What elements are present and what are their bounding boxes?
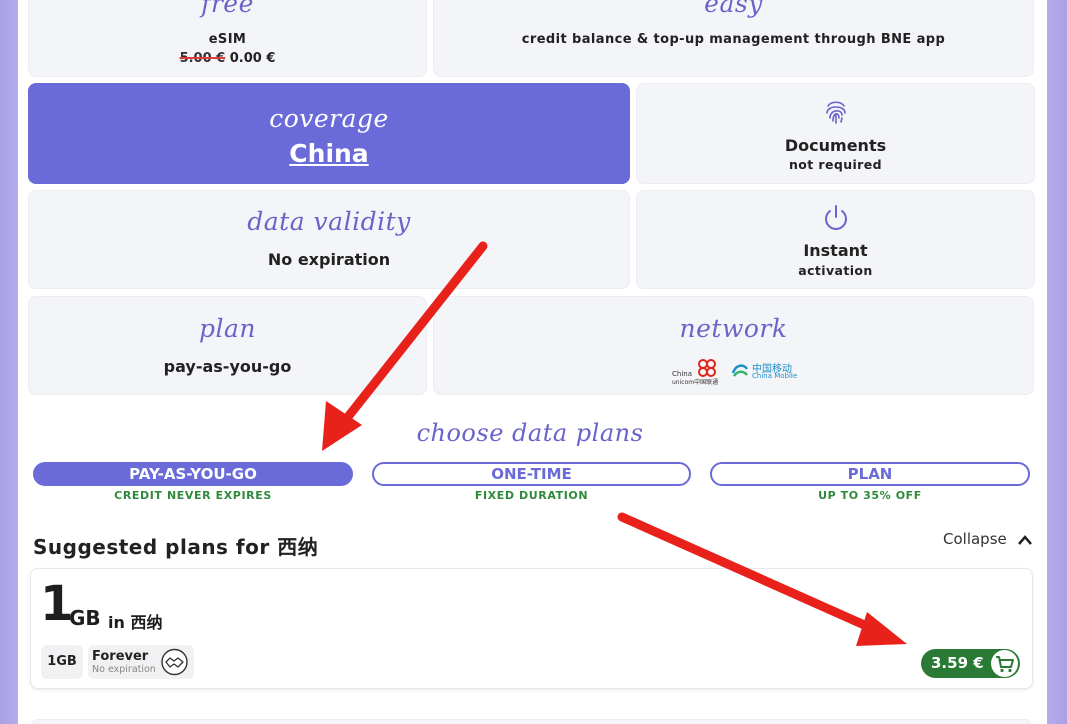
coverage-script-title: coverage [269, 104, 389, 133]
tab-plan[interactable]: PLAN [710, 462, 1030, 486]
esim-label: eSIM [208, 32, 247, 47]
esim-new-price: 0.00 € [229, 51, 276, 66]
tab-pay-as-you-go-sub: CREDIT NEVER EXPIRES [114, 489, 272, 502]
choose-plans-title: choose data plans [416, 419, 644, 447]
plan-offer-card[interactable]: 1 GB in 西纳 1GB Forever No expiration 3.5… [30, 568, 1033, 689]
validity-value: No expiration [267, 250, 391, 269]
plan-duration-box: Forever No expiration [88, 645, 194, 679]
cart-icon [991, 650, 1018, 677]
validity-card: data validity No expiration [28, 190, 630, 289]
esim-script-title: free [201, 0, 254, 18]
handshake-icon [160, 648, 189, 676]
chevron-up-icon [1017, 532, 1033, 546]
activation-card: Instant activation [636, 190, 1035, 289]
network-script-title: network [679, 314, 788, 343]
activation-title: Instant [803, 241, 868, 260]
fingerprint-icon [821, 96, 851, 126]
collapse-button[interactable]: Collapse [940, 529, 1035, 551]
price-label: 3.59 € [931, 654, 984, 672]
plan-in-label: in 西纳 [108, 613, 163, 632]
suggested-heading: Suggested plans for 西纳 [33, 535, 319, 559]
easy-label: credit balance & top-up management throu… [521, 32, 946, 47]
plan-unit: GB [69, 606, 101, 630]
documents-title: Documents [784, 136, 887, 155]
documents-card: Documents not required [636, 83, 1035, 184]
tab-pay-as-you-go[interactable]: PAY-AS-YOU-GO [33, 462, 353, 486]
china-mobile-logo: 中国移动 China Mobile [730, 360, 802, 384]
plan-duration-sub: No expiration [92, 664, 156, 675]
tab-one-time-sub: FIXED DURATION [474, 489, 589, 502]
coverage-country-link[interactable]: China [29, 139, 629, 168]
tab-one-time[interactable]: ONE-TIME [372, 462, 691, 486]
china-mobile-en: China Mobile [752, 372, 798, 380]
plan-value: pay-as-you-go [163, 357, 292, 376]
network-card: network China unicom中国联通 中国移动 China Mobi… [433, 296, 1034, 395]
esim-card: free eSIM 5.00 € 0.00 € [28, 0, 427, 77]
plan-script-title: plan [198, 314, 256, 343]
plan-card: plan pay-as-you-go [28, 296, 427, 395]
china-unicom-logo: China unicom中国联通 [672, 357, 724, 386]
easy-script-title: easy [704, 0, 763, 18]
plan-duration: Forever [92, 649, 149, 664]
plan-chip: 1GB [41, 645, 83, 679]
collapse-label: Collapse [943, 530, 1007, 548]
power-icon [821, 203, 851, 233]
esim-price: 5.00 € 0.00 € [29, 51, 426, 66]
documents-subtitle: not required [789, 157, 882, 172]
next-card-edge [30, 719, 1033, 724]
coverage-card[interactable]: coverage China [28, 83, 630, 184]
easy-card: easy credit balance & top-up management … [433, 0, 1034, 77]
activation-subtitle: activation [798, 263, 873, 278]
price-button[interactable]: 3.59 € [921, 649, 1020, 678]
china-unicom-line2: unicom中国联通 [672, 379, 719, 386]
validity-script-title: data validity [247, 207, 411, 236]
esim-old-price: 5.00 € [179, 51, 226, 66]
tab-plan-sub: UP TO 35% OFF [818, 489, 922, 502]
